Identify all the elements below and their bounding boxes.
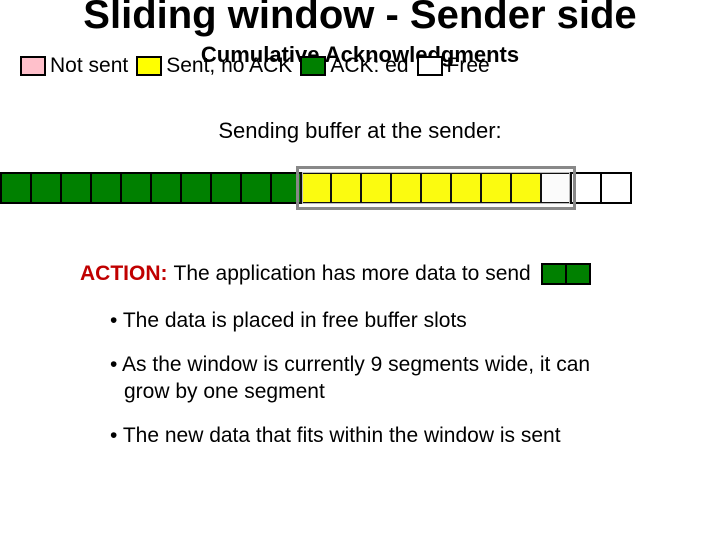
bullet-item: As the window is currently 9 segments wi… (110, 352, 630, 405)
buffer-cell (270, 172, 302, 204)
legend-acked-label: ACK: ed (330, 54, 408, 78)
buffer-cell (390, 172, 422, 204)
new-data-cell (565, 263, 591, 285)
new-data-cells (541, 263, 591, 285)
buffer-cell (450, 172, 482, 204)
new-data-cell (541, 263, 567, 285)
bullet-item: The data is placed in free buffer slots (110, 308, 630, 334)
swatch-sent-no-ack (136, 56, 162, 76)
buffer-caption: Sending buffer at the sender: (0, 118, 720, 144)
buffer-cell (600, 172, 632, 204)
action-colon: : (161, 262, 168, 286)
swatch-free (417, 56, 443, 76)
action-row: ACTION: The application has more data to… (0, 262, 720, 286)
buffer-cell (150, 172, 182, 204)
buffer-cell (570, 172, 602, 204)
legend-free: Free (417, 54, 490, 78)
legend-area: Cumulative Acknowledgments Not sent Sent… (0, 42, 720, 82)
bullet-list: The data is placed in free buffer slots … (0, 308, 720, 449)
legend-not-sent-label: Not sent (50, 54, 128, 78)
legend-acked: ACK: ed (300, 54, 408, 78)
legend-not-sent: Not sent (20, 54, 128, 78)
legend-row: Not sent Sent, no ACK ACK: ed Free (20, 54, 498, 78)
buffer-cell (210, 172, 242, 204)
buffer-cell (180, 172, 212, 204)
page-title: Sliding window - Sender side (0, 0, 720, 36)
buffer-cell (30, 172, 62, 204)
buffer-diagram (0, 162, 720, 222)
buffer-cell (540, 172, 572, 204)
buffer-cell (420, 172, 452, 204)
buffer-cell (330, 172, 362, 204)
swatch-not-sent (20, 56, 46, 76)
buffer-cell (0, 172, 32, 204)
swatch-acked (300, 56, 326, 76)
buffer-row (0, 172, 632, 204)
action-label: ACTION (80, 262, 161, 286)
bullet-item: The new data that fits within the window… (110, 423, 630, 449)
legend-sent-no-ack-label: Sent, no ACK (166, 54, 292, 78)
buffer-cell (480, 172, 512, 204)
buffer-cell (90, 172, 122, 204)
buffer-cell (240, 172, 272, 204)
buffer-cell (300, 172, 332, 204)
buffer-cell (60, 172, 92, 204)
legend-free-label: Free (447, 54, 490, 78)
buffer-cell (510, 172, 542, 204)
action-text: The application has more data to send (174, 262, 531, 286)
buffer-cell (360, 172, 392, 204)
buffer-cell (120, 172, 152, 204)
legend-sent-no-ack: Sent, no ACK (136, 54, 292, 78)
